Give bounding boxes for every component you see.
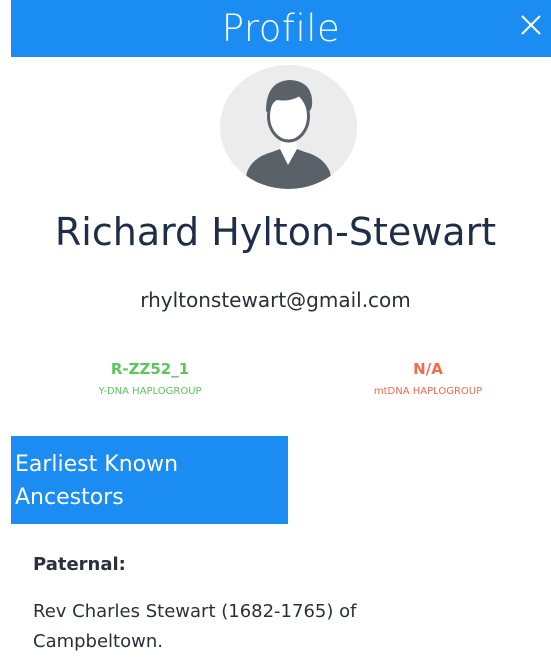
profile-name: Richard Hylton-Stewart [54, 210, 497, 254]
mtdna-label: mtDNA HAPLOGROUP [373, 386, 483, 397]
section-heading: Earliest Known Ancestors [15, 452, 179, 510]
paternal-ancestor-text: Rev Charles Stewart (1682-1765) of Campb… [33, 601, 357, 652]
avatar [220, 65, 357, 189]
earliest-ancestors-heading-box: Earliest Known Ancestors [11, 436, 288, 524]
close-button[interactable] [517, 11, 545, 39]
y-dna-value: R-ZZ52_1 [110, 360, 190, 378]
paternal-label: Paternal: [33, 554, 126, 575]
close-icon [521, 15, 541, 35]
mtdna-haplogroup: N/A mtDNA HAPLOGROUP [318, 358, 538, 399]
profile-email: rhyltonstewart@gmail.com [140, 288, 411, 312]
profile-header: Profile [11, 0, 551, 57]
header-title: Profile [221, 7, 341, 50]
user-avatar-icon [220, 65, 357, 189]
y-dna-label: Y-DNA HAPLOGROUP [98, 386, 202, 397]
mtdna-value: N/A [413, 360, 443, 378]
y-dna-haplogroup: R-ZZ52_1 Y-DNA HAPLOGROUP [40, 358, 260, 399]
